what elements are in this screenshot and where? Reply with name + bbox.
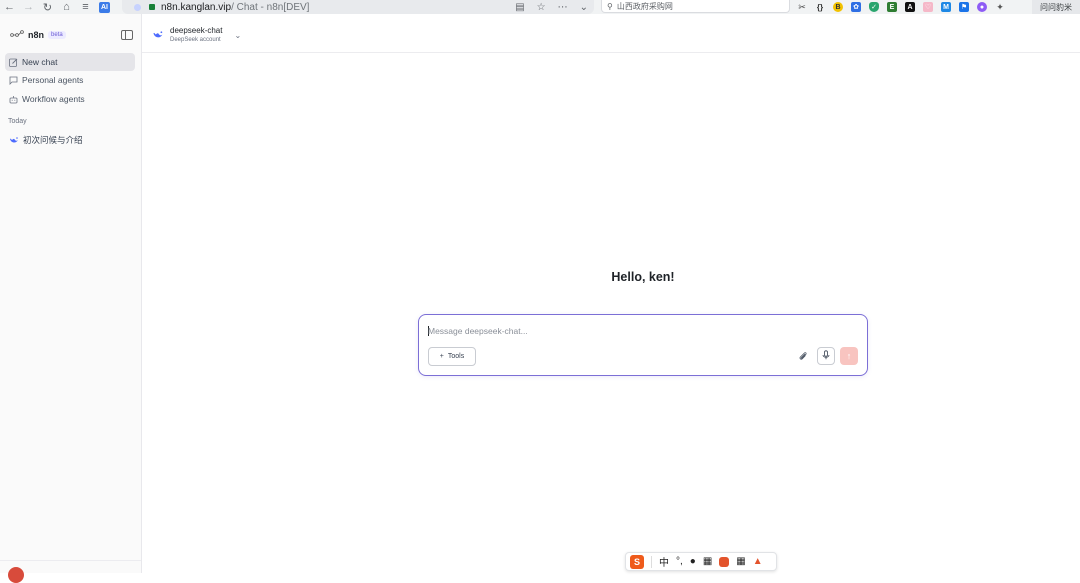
grid-icon[interactable]: ▦ xyxy=(736,556,745,567)
sidebar-item-label: New chat xyxy=(22,57,58,67)
forward-icon[interactable]: → xyxy=(19,0,38,14)
chat-bubble-icon xyxy=(9,76,18,85)
ime-microphone-icon[interactable]: ● xyxy=(690,556,696,567)
sidebar-item-label: Workflow agents xyxy=(22,94,85,104)
extension-purple-icon[interactable]: ● xyxy=(977,2,987,12)
extension-blue-icon[interactable]: ✿ xyxy=(851,2,861,12)
model-account: DeepSeek account xyxy=(170,37,221,43)
home-icon[interactable]: ⌂ xyxy=(57,0,76,14)
robot-icon xyxy=(9,95,18,104)
chevron-down-icon[interactable]: ⌄ xyxy=(580,2,588,13)
app-shortcut-icon[interactable]: AI xyxy=(99,1,110,13)
sidebar-item-new-chat[interactable]: New chat xyxy=(5,53,135,71)
deepseek-whale-icon xyxy=(9,136,19,144)
chat-topbar: deepseek-chat DeepSeek account ⌄ xyxy=(142,14,1080,53)
flag-icon[interactable]: ⚑ xyxy=(959,2,969,12)
extension-chart-icon[interactable]: M xyxy=(941,2,951,12)
punctuation-icon[interactable]: °, xyxy=(676,556,683,567)
reading-list-icon[interactable]: ≡ xyxy=(76,0,95,14)
brand[interactable]: n8n beta xyxy=(10,30,66,40)
chat-main: deepseek-chat DeepSeek account ⌄ Hello, … xyxy=(142,14,1080,573)
ime-divider xyxy=(651,555,652,568)
message-composer: + Tools ↑ xyxy=(418,314,868,376)
sidebar-item-workflow-agents[interactable]: Workflow agents xyxy=(5,90,135,108)
more-icon[interactable]: ⋯ xyxy=(558,2,568,13)
brand-name: n8n xyxy=(28,30,45,40)
sidebar: n8n beta New chat Personal agents Workfl… xyxy=(0,14,142,583)
chevron-down-icon: ⌄ xyxy=(234,30,242,40)
skin-icon[interactable] xyxy=(719,556,730,567)
deepseek-whale-icon xyxy=(152,26,164,44)
arrow-up-icon: ↑ xyxy=(846,351,852,361)
sidebar-item-personal-agents[interactable]: Personal agents xyxy=(5,71,135,89)
model-name: deepseek-chat xyxy=(170,26,223,35)
profile-button[interactable]: 问问豹米 xyxy=(1032,0,1080,14)
microphone-icon xyxy=(822,347,830,365)
scissors-icon[interactable]: ✂ xyxy=(797,2,807,12)
tools-button[interactable]: + Tools xyxy=(428,347,476,366)
beta-badge: beta xyxy=(48,31,66,39)
model-selector[interactable]: deepseek-chat DeepSeek account ⌄ xyxy=(152,26,241,44)
puzzle-icon[interactable]: ✦ xyxy=(995,2,1005,12)
keyboard-icon[interactable]: ▦ xyxy=(703,556,712,567)
address-bar[interactable]: n8n.kanglan.vip / Chat - n8n[DEV] ▤ ☆ ⋯ … xyxy=(122,0,594,14)
history-item[interactable]: 初次问候与介绍 xyxy=(5,131,135,149)
n8n-logo-icon xyxy=(10,30,24,40)
sidebar-divider xyxy=(0,560,141,561)
url-domain: n8n.kanglan.vip xyxy=(161,1,232,13)
sogou-logo-icon[interactable]: S xyxy=(630,554,644,569)
ime-mode-toggle[interactable]: 中 xyxy=(659,554,669,569)
history-item-label: 初次问候与介绍 xyxy=(23,135,83,145)
address-actions: ▤ ☆ ⋯ ⌄ xyxy=(515,0,588,14)
extension-dark-icon[interactable]: A xyxy=(905,2,915,12)
translate-icon[interactable]: ▤ xyxy=(515,2,524,13)
profile-label: 问问豹米 xyxy=(1040,2,1072,12)
tools-label: Tools xyxy=(447,353,465,360)
collapse-sidebar-icon[interactable] xyxy=(121,30,133,40)
search-text: 山西政府采购网 xyxy=(616,1,673,11)
extension-green-icon[interactable]: E xyxy=(887,2,897,12)
site-icon xyxy=(134,3,141,11)
shield-icon[interactable]: ✓ xyxy=(869,2,879,12)
plus-icon: + xyxy=(439,353,444,360)
lock-icon[interactable] xyxy=(149,4,155,10)
json-icon[interactable]: {} xyxy=(815,2,825,12)
extensions-row: ✂ {} B ✿ ✓ E A ♡ M ⚑ ● ✦ xyxy=(797,0,1005,14)
section-label-today: Today xyxy=(8,118,27,125)
edit-icon xyxy=(9,58,18,67)
greeting-title: Hello, ken! xyxy=(611,270,675,284)
sidebar-item-label: Personal agents xyxy=(22,75,84,85)
more-tools-icon[interactable]: ▲ xyxy=(753,556,763,567)
microphone-button[interactable] xyxy=(817,347,835,365)
search-icon: ⚲ xyxy=(607,1,613,11)
bookmark-star-icon[interactable]: ☆ xyxy=(537,2,546,13)
model-info: deepseek-chat DeepSeek account xyxy=(170,26,222,44)
ime-toolbar: S 中 °, ● ▦ ▦ ▲ xyxy=(625,552,777,571)
extension-pink-icon[interactable]: ♡ xyxy=(923,2,933,12)
avatar[interactable] xyxy=(8,567,24,583)
url-title: / Chat - n8n[DEV] xyxy=(231,1,310,13)
send-button[interactable]: ↑ xyxy=(840,347,858,365)
message-input[interactable] xyxy=(428,325,848,337)
reload-icon[interactable]: ↻ xyxy=(38,0,57,14)
browser-search-box[interactable]: ⚲ 山西政府采购网 xyxy=(601,0,790,13)
attach-icon[interactable] xyxy=(797,350,809,362)
extension-yellow-icon[interactable]: B xyxy=(833,2,843,12)
back-icon[interactable]: ← xyxy=(0,0,19,14)
